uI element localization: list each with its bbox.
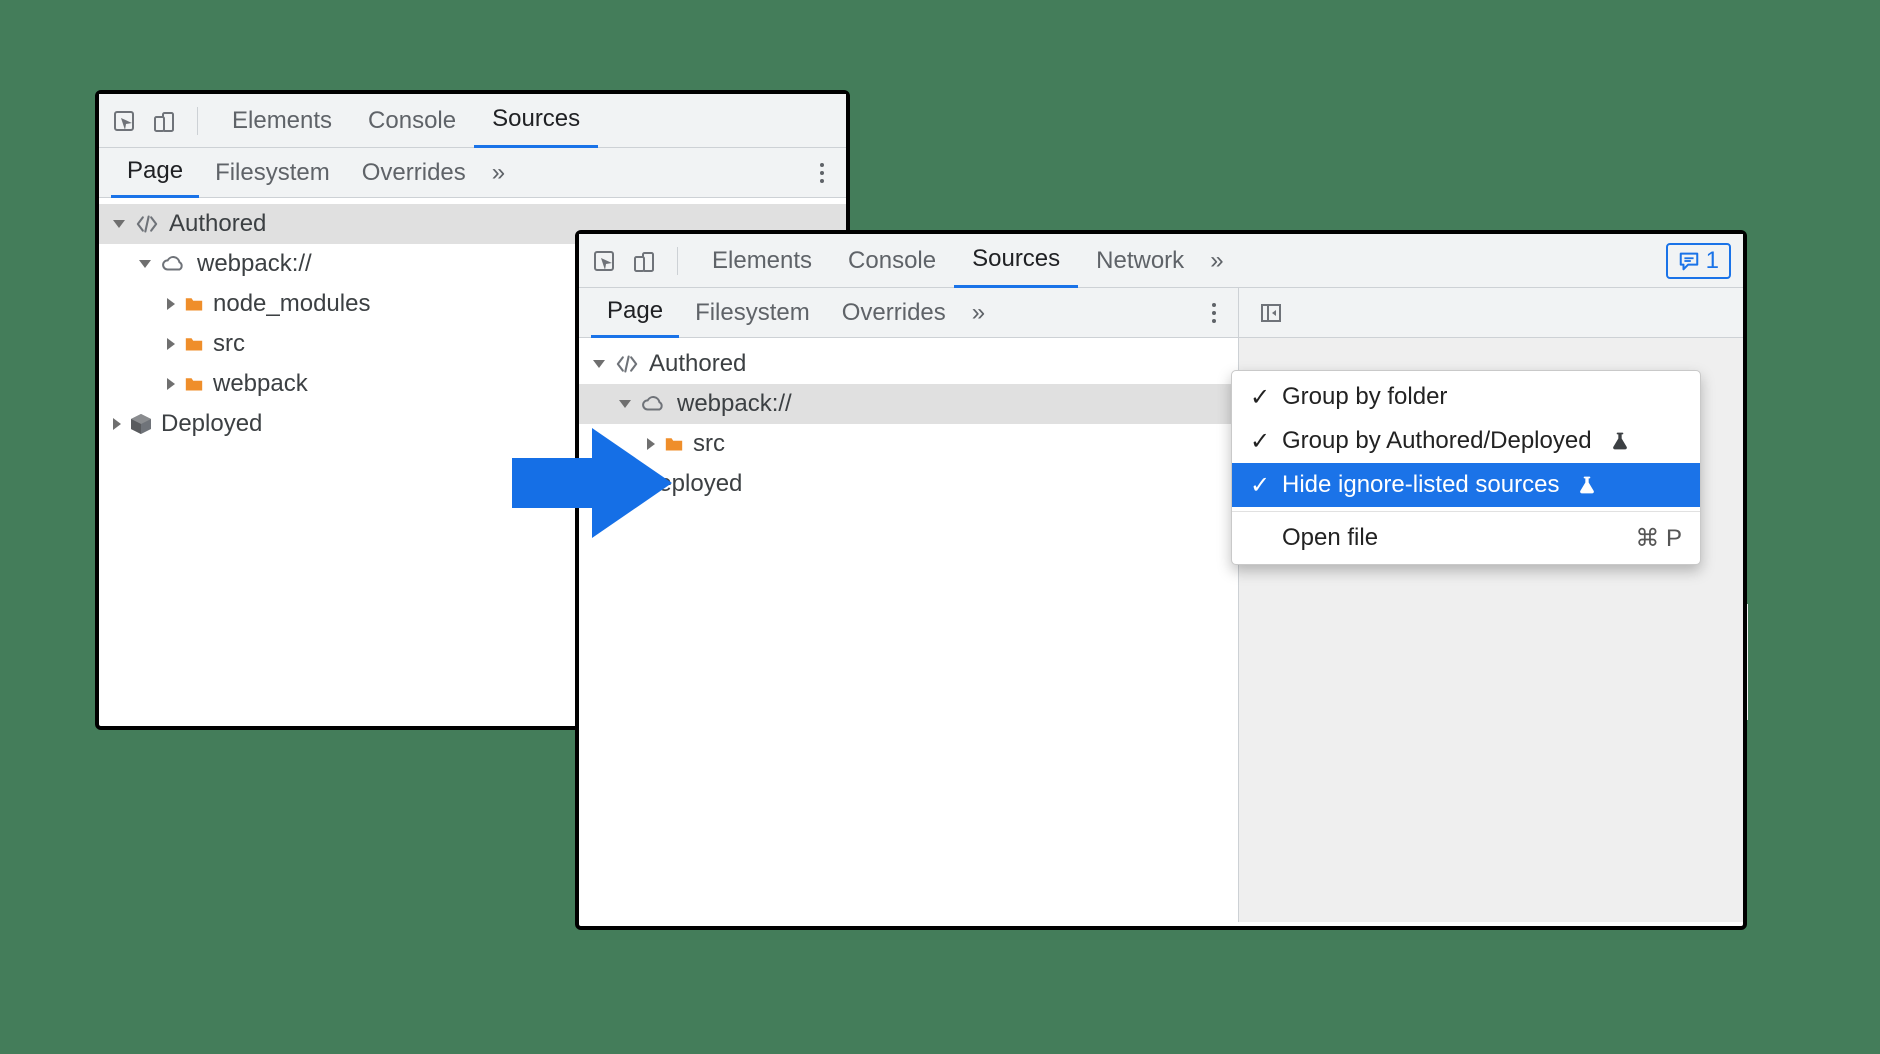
- tree-label: webpack://: [197, 250, 312, 278]
- main-toolbar: Elements Console Sources: [99, 94, 846, 148]
- tab-elements[interactable]: Elements: [214, 94, 350, 148]
- disclosure-triangle-icon[interactable]: [139, 260, 151, 268]
- folder-icon: [183, 335, 205, 353]
- more-tabs-icon[interactable]: »: [1202, 234, 1231, 288]
- menu-label: Group by folder: [1282, 383, 1447, 411]
- toolbar-separator: [197, 107, 198, 135]
- collapse-icon[interactable]: [1259, 301, 1283, 325]
- menu-hide-ignore-listed[interactable]: ✓ Hide ignore-listed sources: [1232, 463, 1700, 507]
- right-toolbar: [1239, 288, 1743, 338]
- inspect-icon[interactable]: [111, 108, 137, 134]
- device-toggle-icon[interactable]: [631, 248, 657, 274]
- arrow-icon: [512, 423, 672, 543]
- cloud-icon: [159, 254, 189, 274]
- menu-label: Group by Authored/Deployed: [1282, 427, 1592, 455]
- menu-open-file[interactable]: Open file ⌘ P: [1232, 516, 1700, 560]
- subtab-page[interactable]: Page: [591, 288, 679, 338]
- disclosure-triangle-icon[interactable]: [167, 378, 175, 390]
- disclosure-triangle-icon[interactable]: [167, 298, 175, 310]
- menu-group-by-authored-deployed[interactable]: ✓ Group by Authored/Deployed: [1232, 419, 1700, 463]
- more-tabs-icon[interactable]: »: [962, 288, 995, 338]
- menu-shortcut: ⌘ P: [1635, 524, 1682, 553]
- more-tabs-icon[interactable]: »: [482, 148, 515, 198]
- folder-icon: [183, 375, 205, 393]
- flask-icon: [1577, 475, 1597, 495]
- tree-label: node_modules: [213, 290, 370, 318]
- tab-elements[interactable]: Elements: [694, 234, 830, 288]
- subtab-filesystem[interactable]: Filesystem: [199, 148, 346, 198]
- inspect-icon[interactable]: [591, 248, 617, 274]
- tree-folder-src[interactable]: src: [579, 424, 1238, 464]
- tree-label: Authored: [169, 210, 266, 238]
- subtab-page[interactable]: Page: [111, 148, 199, 198]
- disclosure-triangle-icon[interactable]: [113, 220, 125, 228]
- tab-sources[interactable]: Sources: [474, 94, 598, 148]
- tree-webpack[interactable]: webpack://: [579, 384, 1238, 424]
- tree-label: webpack: [213, 370, 308, 398]
- disclosure-triangle-icon[interactable]: [593, 360, 605, 368]
- menu-label: Hide ignore-listed sources: [1282, 471, 1559, 499]
- disclosure-triangle-icon[interactable]: [113, 418, 121, 430]
- cloud-icon: [639, 394, 669, 414]
- chat-icon: [1678, 250, 1700, 272]
- device-toggle-icon[interactable]: [151, 108, 177, 134]
- badge-count: 1: [1706, 247, 1719, 275]
- subtab-overrides[interactable]: Overrides: [826, 288, 962, 338]
- folder-icon: [183, 295, 205, 313]
- code-icon: [133, 214, 161, 234]
- menu-label: Open file: [1282, 524, 1378, 552]
- tab-network[interactable]: Network: [1078, 234, 1202, 288]
- code-icon: [613, 354, 641, 374]
- tab-sources[interactable]: Sources: [954, 234, 1078, 288]
- check-icon: ✓: [1250, 427, 1268, 456]
- disclosure-triangle-icon[interactable]: [619, 400, 631, 408]
- subtab-filesystem[interactable]: Filesystem: [679, 288, 826, 338]
- menu-separator: [1232, 511, 1700, 512]
- devtools-panel-after: Elements Console Sources Network » 1 Pag…: [575, 230, 1747, 930]
- tree-deployed[interactable]: Deployed: [579, 464, 1238, 504]
- disclosure-triangle-icon[interactable]: [167, 338, 175, 350]
- menu-group-by-folder[interactable]: ✓ Group by folder: [1232, 375, 1700, 419]
- tree-authored[interactable]: Authored: [579, 344, 1238, 384]
- tree-label: Deployed: [161, 410, 262, 438]
- file-tree: Authored webpack:// src Deployed: [579, 338, 1238, 504]
- flask-icon: [1610, 431, 1630, 451]
- kebab-menu-icon[interactable]: [810, 157, 834, 189]
- kebab-menu-icon[interactable]: [1202, 297, 1226, 329]
- subtab-overrides[interactable]: Overrides: [346, 148, 482, 198]
- issues-badge[interactable]: 1: [1666, 243, 1731, 279]
- tab-console[interactable]: Console: [350, 94, 474, 148]
- toolbar-separator: [677, 247, 678, 275]
- tab-console[interactable]: Console: [830, 234, 954, 288]
- sources-subtabs: Page Filesystem Overrides »: [99, 148, 846, 198]
- check-icon: ✓: [1250, 471, 1268, 500]
- tree-label: src: [693, 430, 725, 458]
- page-options-menu: ✓ Group by folder ✓ Group by Authored/De…: [1231, 370, 1701, 565]
- tree-label: webpack://: [677, 390, 792, 418]
- main-toolbar: Elements Console Sources Network » 1: [579, 234, 1743, 288]
- cube-icon: [129, 412, 153, 436]
- tree-label: src: [213, 330, 245, 358]
- sources-subtabs: Page Filesystem Overrides »: [579, 288, 1239, 338]
- check-icon: ✓: [1250, 383, 1268, 412]
- tree-label: Authored: [649, 350, 746, 378]
